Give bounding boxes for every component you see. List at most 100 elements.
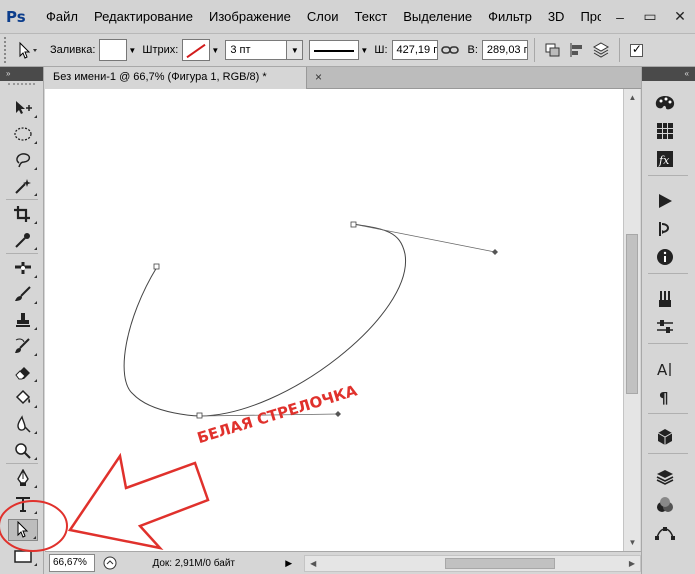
paint-bucket-tool-icon (15, 389, 31, 405)
3d-panel-button[interactable] (652, 425, 678, 449)
anchor-point[interactable] (153, 263, 160, 270)
shape-tool[interactable] (8, 545, 38, 567)
brush-tool[interactable] (8, 283, 38, 305)
character-icon: A (657, 361, 671, 378)
minimize-button[interactable]: – (605, 5, 635, 29)
tool-preset-picker[interactable] (10, 37, 44, 63)
layers-panel-button[interactable] (652, 465, 678, 489)
height-field[interactable]: 289,03 г (481, 40, 528, 60)
character-panel-button[interactable]: A (652, 357, 678, 381)
direction-handle[interactable] (492, 249, 498, 255)
horizontal-scrollbar[interactable]: ◀ ▶ (304, 554, 641, 572)
stroke-width-dropdown-icon[interactable]: ▼ (287, 40, 304, 60)
scroll-right-icon[interactable]: ▶ (624, 556, 640, 571)
direction-handle[interactable] (335, 411, 341, 417)
color-panel-button[interactable] (652, 91, 678, 115)
history-panel-button[interactable] (652, 217, 678, 241)
align-edges-checkbox[interactable] (629, 42, 643, 57)
width-field[interactable]: 427,19 г (391, 40, 438, 60)
panel-dock-header[interactable]: « (642, 67, 695, 81)
menu-edit[interactable]: Редактирование (94, 9, 193, 24)
close-button[interactable]: ✕ (665, 5, 695, 29)
lasso-tool[interactable] (8, 149, 38, 171)
clone-stamp-tool[interactable] (8, 309, 38, 331)
eyedropper-tool[interactable] (8, 229, 38, 251)
canvas-drawing[interactable] (45, 89, 623, 551)
app-logo: Ps (6, 7, 26, 26)
scroll-left-icon[interactable]: ◀ (305, 556, 321, 571)
move-tool[interactable] (8, 97, 38, 119)
blur-tool[interactable] (8, 413, 38, 435)
menu-bar: Ps Файл Редактирование Изображение Слои … (0, 0, 695, 33)
dodge-tool-icon (15, 443, 31, 459)
direct-selection-tool-icon (17, 521, 29, 538)
menu-3d[interactable]: 3D (548, 9, 565, 24)
path-alignment-icon[interactable] (565, 39, 589, 61)
stroke-swatch[interactable] (182, 39, 211, 61)
path-arrangement-icon[interactable] (589, 39, 613, 61)
restore-button[interactable]: ▭ (635, 5, 665, 29)
menu-file[interactable]: Файл (46, 9, 78, 24)
svg-text:A: A (657, 361, 668, 378)
paragraph-panel-button[interactable]: ¶ (652, 385, 678, 409)
healing-tool[interactable] (8, 257, 38, 279)
menu-type[interactable]: Текст (355, 9, 388, 24)
type-tool[interactable] (8, 493, 38, 515)
pen-tool-icon (17, 469, 29, 486)
stroke-width-field[interactable]: 3 пт (225, 40, 288, 60)
link-dimensions-icon[interactable] (438, 39, 462, 61)
window-controls: – ▭ ✕ (601, 0, 695, 33)
document-canvas[interactable] (45, 89, 623, 551)
marquee-tool[interactable] (8, 123, 38, 145)
menu-filter[interactable]: Фильтр (488, 9, 532, 24)
document-close-icon[interactable]: × (315, 70, 322, 84)
swatches-panel-button[interactable] (652, 119, 678, 143)
horizontal-scroll-thumb[interactable] (445, 557, 556, 569)
crop-tool[interactable] (8, 203, 38, 225)
tools-panel-grip[interactable] (8, 83, 35, 95)
menu-layer[interactable]: Слои (307, 9, 339, 24)
direct-selection-preset-icon (19, 41, 37, 59)
scroll-up-icon[interactable]: ▲ (624, 89, 641, 106)
paths-panel-button[interactable] (652, 521, 678, 545)
scroll-down-icon[interactable]: ▼ (624, 534, 641, 551)
document-tab-bar: Без имени-1 @ 66,7% (Фигура 1, RGB/8) * … (45, 67, 641, 89)
menu-image[interactable]: Изображение (209, 9, 291, 24)
menu-select[interactable]: Выделение (403, 9, 472, 24)
document-tab[interactable]: Без имени-1 @ 66,7% (Фигура 1, RGB/8) * (45, 67, 307, 89)
actions-panel-button[interactable] (652, 189, 678, 213)
info-panel-button[interactable] (652, 245, 678, 269)
doc-info-icon[interactable] (101, 554, 119, 572)
pen-tool[interactable] (8, 467, 38, 489)
tools-panel-header[interactable]: » (0, 67, 43, 81)
fill-dropdown-icon[interactable]: ▼ (128, 46, 136, 55)
anchor-point[interactable] (196, 412, 203, 419)
zoom-field[interactable]: 66,67% (49, 554, 95, 572)
anchor-point[interactable] (350, 221, 357, 228)
magic-wand-tool[interactable] (8, 175, 38, 197)
eraser-tool[interactable] (8, 361, 38, 383)
history-brush-tool-icon (15, 338, 30, 353)
options-bar: Заливка: ▼ Штрих: ▼ 3 пт ▼ ▼ Ш: 427,19 г… (0, 33, 695, 67)
stroke-type-dropdown-icon[interactable]: ▼ (360, 46, 368, 55)
magic-wand-tool-icon (15, 179, 31, 194)
options-separator-2 (618, 38, 620, 62)
stroke-dropdown-icon[interactable]: ▼ (211, 46, 219, 55)
vertical-scroll-thumb[interactable] (626, 234, 638, 394)
history-brush-tool[interactable] (8, 335, 38, 357)
direct-selection-tool[interactable] (8, 519, 38, 541)
paths-icon (655, 527, 675, 540)
vertical-scrollbar[interactable]: ▲ ▼ (623, 89, 640, 551)
dodge-tool[interactable] (8, 439, 38, 461)
status-menu-icon[interactable]: ▶ (285, 558, 292, 569)
brush-presets-panel-button[interactable] (652, 287, 678, 311)
work-path[interactable] (123, 223, 406, 417)
fill-swatch[interactable] (99, 39, 128, 61)
channels-panel-button[interactable] (652, 493, 678, 517)
move-tool-icon (16, 101, 32, 114)
adjustments-panel-button[interactable] (652, 315, 678, 339)
paint-bucket-tool[interactable] (8, 387, 38, 409)
styles-panel-button[interactable]: fx (652, 147, 678, 171)
path-operations-icon[interactable] (541, 39, 565, 61)
stroke-type-picker[interactable] (309, 40, 360, 60)
